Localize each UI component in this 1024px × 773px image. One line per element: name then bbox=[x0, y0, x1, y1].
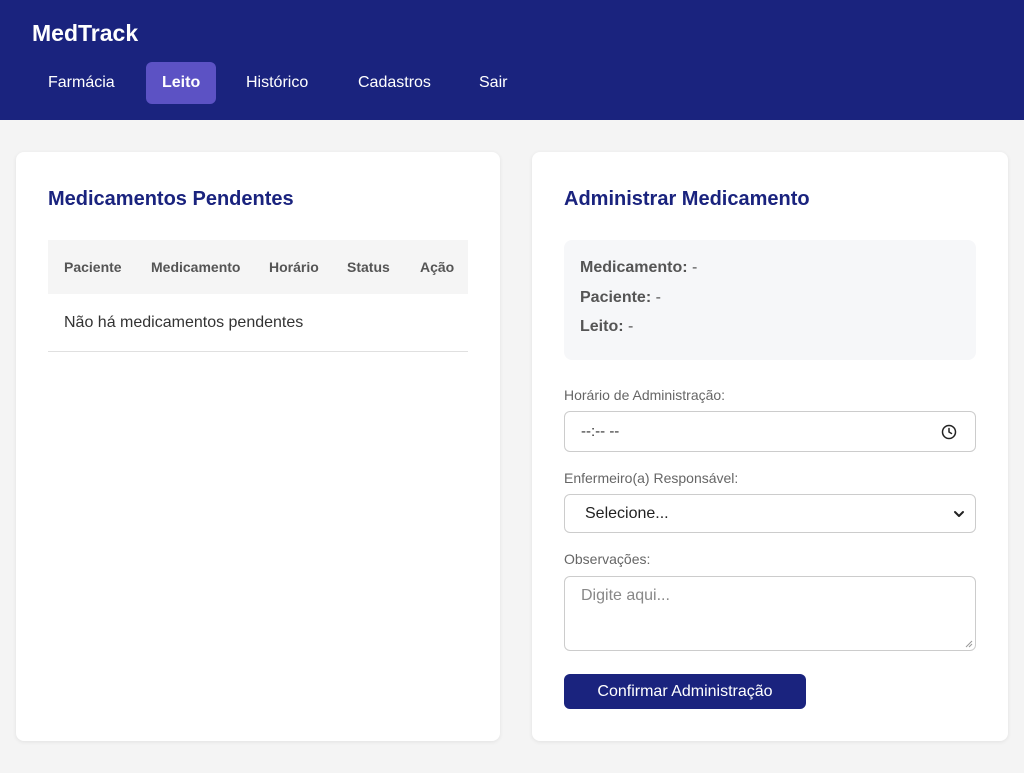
nav-item-historico[interactable]: Histórico bbox=[230, 62, 324, 104]
notes-textarea[interactable]: Digite aqui... bbox=[564, 576, 976, 651]
resize-handle-icon[interactable] bbox=[963, 638, 973, 648]
app-header: MedTrack Farmácia Leito Histórico Cadast… bbox=[0, 0, 1024, 120]
notes-placeholder: Digite aqui... bbox=[581, 587, 670, 604]
column-header-horario: Horário bbox=[269, 259, 319, 275]
nav-item-sair[interactable]: Sair bbox=[463, 62, 523, 104]
pending-medications-card: Medicamentos Pendentes Paciente Medicame… bbox=[16, 152, 500, 741]
info-bed: Leito: - bbox=[580, 318, 633, 336]
info-patient: Paciente: - bbox=[580, 289, 661, 307]
pending-medications-table: Paciente Medicamento Horário Status Ação… bbox=[48, 240, 468, 352]
confirm-administration-button[interactable]: Confirmar Administração bbox=[564, 674, 806, 709]
info-patient-label: Paciente: bbox=[580, 289, 652, 306]
info-medication-value: - bbox=[692, 259, 698, 276]
info-bed-value: - bbox=[628, 318, 634, 335]
administer-medication-title: Administrar Medicamento bbox=[564, 188, 810, 210]
table-row-empty: Não há medicamentos pendentes bbox=[48, 294, 468, 352]
medication-info-box: Medicamento: - Paciente: - Leito: - bbox=[564, 240, 976, 360]
column-header-medicamento: Medicamento bbox=[151, 259, 241, 275]
info-bed-label: Leito: bbox=[580, 318, 624, 335]
column-header-paciente: Paciente bbox=[64, 259, 122, 275]
empty-message: Não há medicamentos pendentes bbox=[64, 314, 304, 331]
column-header-status: Status bbox=[347, 259, 390, 275]
chevron-down-icon bbox=[954, 511, 964, 517]
notes-label: Observações: bbox=[564, 551, 651, 567]
info-medication: Medicamento: - bbox=[580, 259, 697, 277]
info-patient-value: - bbox=[655, 289, 661, 306]
column-header-acao: Ação bbox=[420, 259, 455, 275]
responsible-nurse-selected: Selecione... bbox=[585, 505, 669, 522]
pending-medications-title: Medicamentos Pendentes bbox=[48, 188, 294, 210]
administration-time-value: --:-- -- bbox=[581, 423, 620, 440]
clock-icon[interactable] bbox=[941, 424, 957, 440]
administration-time-input[interactable]: --:-- -- bbox=[564, 411, 976, 452]
nav-item-farmacia[interactable]: Farmácia bbox=[32, 62, 131, 104]
app-title: MedTrack bbox=[32, 20, 139, 46]
nav-item-cadastros[interactable]: Cadastros bbox=[342, 62, 447, 104]
responsible-nurse-label: Enfermeiro(a) Responsável: bbox=[564, 470, 739, 486]
administration-time-label: Horário de Administração: bbox=[564, 387, 726, 403]
responsible-nurse-select[interactable]: Selecione... bbox=[564, 494, 976, 533]
table-header: Paciente Medicamento Horário Status Ação bbox=[48, 240, 468, 294]
nav-item-leito[interactable]: Leito bbox=[146, 62, 217, 104]
administer-medication-card: Administrar Medicamento Medicamento: - P… bbox=[532, 152, 1008, 741]
info-medication-label: Medicamento: bbox=[580, 259, 688, 276]
